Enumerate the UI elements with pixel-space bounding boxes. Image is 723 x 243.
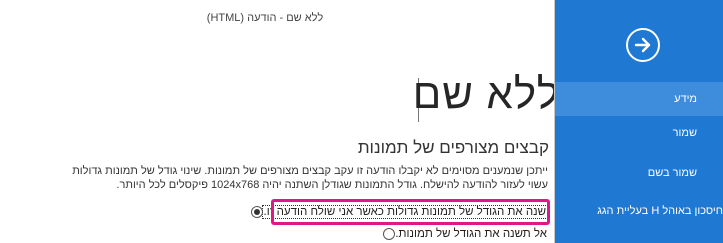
section-description: ייתכן שנמענים מסוימים לא יקבלו הודעה זו … [72, 165, 548, 191]
sidebar-item-save-as[interactable]: שמור בשם [555, 156, 723, 190]
sidebar-item-save[interactable]: שמור [555, 116, 723, 150]
sidebar-item-info[interactable]: מידע [555, 82, 723, 116]
option-label[interactable]: אל תשנה את הגודל של תמונות. [395, 228, 547, 240]
radio-button-selected[interactable] [250, 206, 263, 218]
radio-button[interactable] [383, 228, 396, 240]
back-button[interactable] [626, 28, 660, 62]
option-do-not-resize[interactable]: אל תשנה את הגודל של תמונות. [378, 226, 547, 242]
selection-highlight-box [271, 199, 550, 225]
page-title: ללא שם [412, 70, 560, 117]
backstage-sidebar: מידע שמור שמור בשם חיסכון באוהל H בעליית… [555, 0, 723, 243]
window-title: ללא שם - הודעה (HTML) [206, 12, 324, 24]
sidebar-item-save-attic[interactable]: חיסכון באוהל H בעליית הגג [555, 194, 723, 228]
section-heading: קבצים מצורפים של תמונות [357, 138, 549, 157]
arrow-right-icon [634, 37, 651, 53]
